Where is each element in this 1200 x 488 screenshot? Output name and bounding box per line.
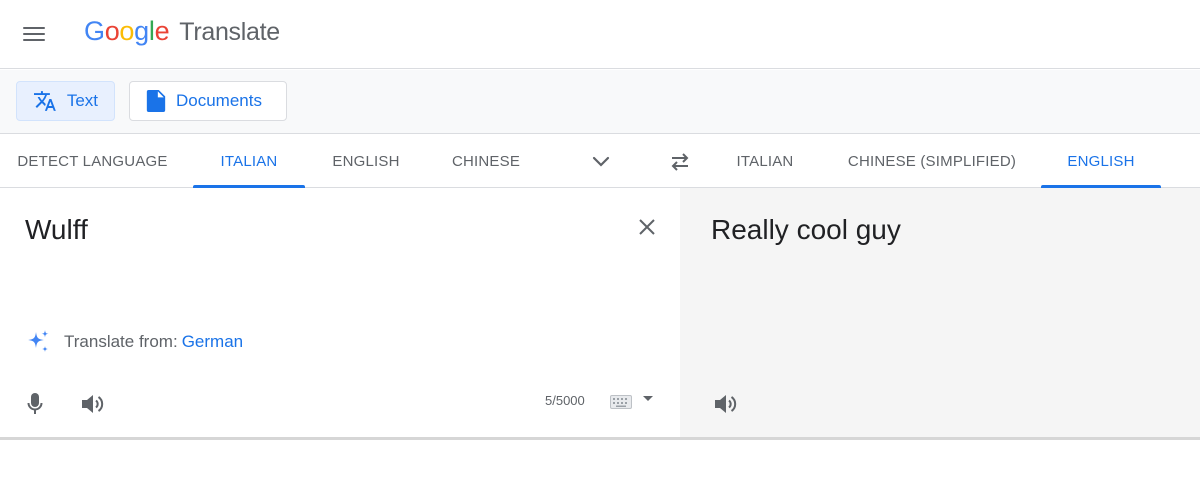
panel-bottom-divider: [0, 437, 1200, 440]
source-lang-tab-chinese[interactable]: CHINESE: [436, 135, 536, 187]
logo-letter: g: [134, 16, 149, 46]
documents-mode-label: Documents: [176, 91, 262, 110]
detect-prefix: Translate from:: [64, 332, 178, 351]
caret-down-icon[interactable]: [640, 391, 656, 407]
lang-tab-label: CHINESE: [451, 152, 521, 170]
character-count: 5/5000: [545, 393, 585, 408]
sparkle-icon: [28, 330, 49, 352]
lang-tab-label: ITALIAN: [220, 152, 278, 170]
logo-letter: G: [84, 16, 105, 46]
speaker-icon[interactable]: [77, 390, 107, 418]
lang-tab-label: ENGLISH: [332, 152, 400, 170]
text-mode-button[interactable]: Text: [16, 81, 115, 121]
source-text-input[interactable]: Wulff: [25, 214, 88, 246]
source-lang-tab-english[interactable]: ENGLISH: [316, 135, 416, 187]
lang-tab-label: ENGLISH: [1067, 152, 1135, 170]
source-lang-tab-italian[interactable]: ITALIAN: [193, 135, 305, 188]
speaker-icon[interactable]: [710, 390, 740, 418]
lang-tab-label: CHINESE (SIMPLIFIED): [847, 152, 1017, 170]
product-name: Translate: [179, 18, 280, 46]
hamburger-menu-icon[interactable]: [18, 18, 50, 50]
document-icon: [146, 90, 166, 112]
target-lang-tab-english[interactable]: ENGLISH: [1041, 135, 1161, 188]
logo-letter: e: [154, 16, 170, 46]
microphone-icon[interactable]: [22, 390, 48, 418]
logo-letter: o: [104, 16, 120, 46]
mode-bar: Text Documents: [0, 70, 1200, 134]
language-bar: DETECT LANGUAGE ITALIAN ENGLISH CHINESE …: [0, 135, 1200, 188]
swap-languages-icon[interactable]: [664, 147, 696, 177]
target-lang-tab-chinese-simplified[interactable]: CHINESE (SIMPLIFIED): [832, 135, 1032, 187]
google-translate-logo[interactable]: Google Translate: [84, 16, 280, 47]
clear-icon[interactable]: [633, 213, 661, 241]
translation-output: Really cool guy: [711, 214, 901, 245]
translate-icon: [33, 91, 56, 111]
detected-language-suggestion: Translate from: German: [24, 328, 243, 356]
target-panel: Really cool guy: [680, 188, 1200, 438]
documents-mode-button[interactable]: Documents: [129, 81, 287, 121]
lang-tab-label: DETECT LANGUAGE: [17, 152, 168, 170]
target-lang-tab-italian[interactable]: ITALIAN: [718, 135, 812, 187]
source-lang-tab-detect[interactable]: DETECT LANGUAGE: [0, 135, 185, 187]
app-header: Google Translate: [0, 0, 1200, 69]
logo-letter: o: [119, 16, 135, 46]
detected-language-link[interactable]: German: [182, 332, 243, 352]
lang-tab-label: ITALIAN: [736, 152, 794, 170]
text-mode-label: Text: [66, 91, 98, 110]
source-panel: Wulff Translate from: German 5/5000: [0, 188, 680, 438]
keyboard-icon[interactable]: [607, 393, 635, 411]
chevron-down-icon[interactable]: [586, 147, 616, 177]
